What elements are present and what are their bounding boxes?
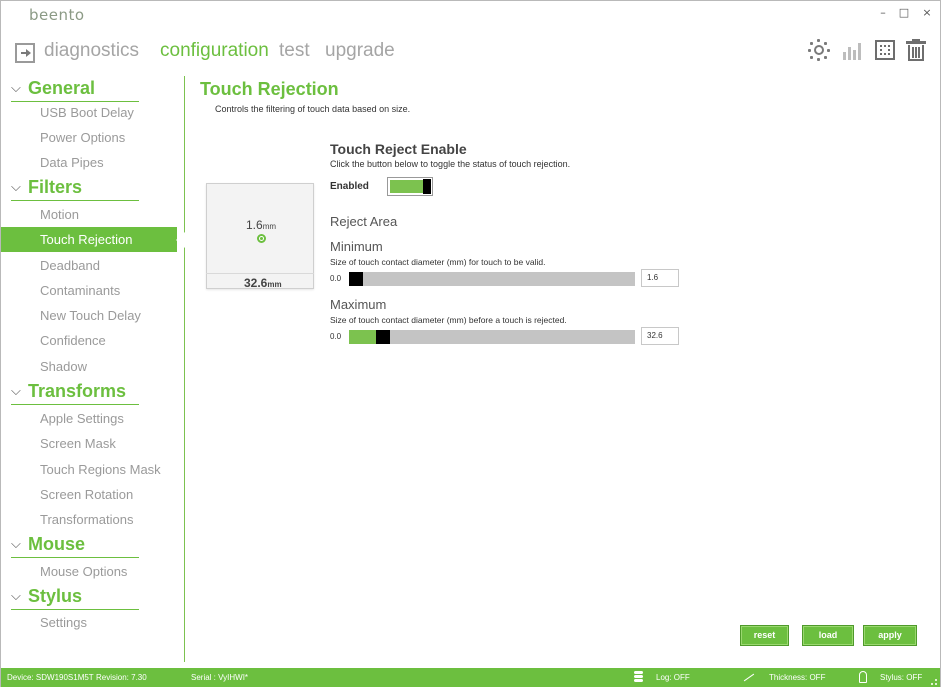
reject-area-title: Reject Area: [330, 214, 398, 229]
reject-enable-toggle[interactable]: [387, 177, 433, 196]
sidebar-item-stylus-settings[interactable]: Settings: [1, 610, 185, 635]
reject-enable-description: Click the button below to toggle the sta…: [330, 159, 571, 169]
sidebar-item-touch-regions-mask[interactable]: Touch Regions Mask: [1, 457, 185, 482]
database-icon: [634, 671, 643, 683]
sidebar-group-filters[interactable]: ⌵ Filters: [11, 177, 139, 201]
minimum-title: Minimum: [330, 239, 383, 254]
fullscreen-icon[interactable]: [873, 39, 897, 61]
stylus-icon: [859, 671, 867, 683]
slider-fill: [349, 330, 376, 344]
minimize-button[interactable]: –: [876, 6, 890, 19]
status-revision: Revision: 7.30: [96, 673, 147, 682]
status-device: Device: SDW190S1M5T: [7, 673, 94, 682]
minimum-range-min-label: 0.0: [330, 274, 342, 283]
sidebar-item-new-touch-delay[interactable]: New Touch Delay: [1, 303, 185, 328]
sidebar-item-confidence[interactable]: Confidence: [1, 328, 185, 353]
trash-icon[interactable]: [905, 39, 929, 61]
page-subtitle: Controls the filtering of touch data bas…: [215, 104, 411, 114]
touch-dot-icon: [257, 234, 266, 243]
title-bar: beento – □ ×: [1, 1, 940, 29]
sidebar-item-screen-rotation[interactable]: Screen Rotation: [1, 482, 185, 507]
sidebar-item-deadband[interactable]: Deadband: [1, 253, 185, 278]
sidebar-item-transformations[interactable]: Transformations: [1, 507, 185, 532]
sidebar-item-touch-rejection[interactable]: Touch Rejection: [1, 227, 185, 252]
sidebar-group-title: General: [28, 78, 96, 98]
apply-button[interactable]: apply: [863, 625, 917, 646]
sidebar-group-title: Filters: [28, 177, 83, 197]
reject-enable-title: Touch Reject Enable: [330, 141, 467, 157]
maximum-title: Maximum: [330, 297, 387, 312]
reset-button[interactable]: reset: [740, 625, 789, 646]
preview-divider: [206, 273, 314, 274]
maximum-description: Size of touch contact diameter (mm) befo…: [330, 315, 567, 325]
main-nav: diagnostics configuration test upgrade: [1, 33, 940, 73]
sidebar-item-contaminants[interactable]: Contaminants: [1, 278, 185, 303]
sidebar-item-motion[interactable]: Motion: [1, 202, 185, 227]
sun-icon[interactable]: [807, 39, 831, 61]
maximum-value-input[interactable]: 32.6: [641, 327, 679, 345]
chevron-down-icon: ⌵: [11, 180, 21, 195]
sidebar-item-power-options[interactable]: Power Options: [1, 125, 185, 150]
nav-diagnostics[interactable]: diagnostics: [44, 40, 139, 62]
exit-icon[interactable]: [15, 43, 35, 63]
sidebar-group-title: Mouse: [28, 534, 86, 554]
slider-thumb[interactable]: [376, 330, 390, 344]
maximize-button[interactable]: □: [897, 6, 911, 19]
sidebar-item-mouse-options[interactable]: Mouse Options: [1, 559, 185, 584]
nav-upgrade[interactable]: upgrade: [325, 40, 395, 62]
chart-icon[interactable]: [842, 39, 866, 61]
minimum-description: Size of touch contact diameter (mm) for …: [330, 257, 546, 267]
sidebar-item-apple-settings[interactable]: Apple Settings: [1, 406, 185, 431]
chevron-down-icon: ⌵: [11, 81, 21, 96]
toggle-knob: [423, 179, 431, 194]
load-button[interactable]: load: [802, 625, 854, 646]
minimum-value-input[interactable]: 1.6: [641, 269, 679, 287]
status-thickness[interactable]: Thickness: OFF: [769, 673, 825, 682]
chevron-down-icon: ⌵: [11, 384, 21, 399]
maximum-range-min-label: 0.0: [330, 332, 342, 341]
sidebar-group-title: Stylus: [28, 586, 83, 606]
nav-configuration[interactable]: configuration: [160, 40, 269, 62]
preview-max-value: 32.6mm: [244, 276, 282, 290]
page-title: Touch Rejection: [200, 79, 339, 99]
sidebar-group-mouse[interactable]: ⌵ Mouse: [11, 534, 139, 558]
resize-grip-icon[interactable]: [931, 679, 937, 685]
sidebar-item-shadow[interactable]: Shadow: [1, 354, 185, 379]
sidebar-item-data-pipes[interactable]: Data Pipes: [1, 150, 185, 175]
minimum-slider[interactable]: [349, 272, 635, 286]
sidebar-group-title: Transforms: [28, 381, 127, 401]
sidebar-group-general[interactable]: ⌵ General: [11, 78, 139, 102]
status-stylus[interactable]: Stylus: OFF: [880, 673, 922, 682]
chevron-down-icon: ⌵: [11, 589, 21, 604]
status-serial: Serial : VyIHWI*: [191, 673, 249, 682]
slider-thumb[interactable]: [349, 272, 363, 286]
reject-enable-state-label: Enabled: [330, 181, 369, 192]
preview-min-value: 1.6mm: [246, 218, 277, 232]
nav-test[interactable]: test: [279, 40, 310, 62]
chevron-down-icon: ⌵: [11, 537, 21, 552]
pen-icon: [743, 673, 755, 682]
app-logo: beento: [29, 6, 85, 24]
status-log[interactable]: Log: OFF: [656, 673, 690, 682]
toggle-fill: [390, 180, 423, 193]
maximum-slider[interactable]: [349, 330, 635, 344]
sidebar-item-usb-boot-delay[interactable]: USB Boot Delay: [1, 100, 185, 125]
app-window: beento – □ × diagnostics configuration t…: [0, 0, 941, 687]
sidebar-item-screen-mask[interactable]: Screen Mask: [1, 431, 185, 456]
close-button[interactable]: ×: [920, 6, 934, 19]
sidebar: ⌵ General USB Boot Delay Power Options D…: [1, 76, 185, 662]
status-bar: Device: SDW190S1M5T Revision: 7.30 Seria…: [1, 668, 940, 687]
sidebar-group-stylus[interactable]: ⌵ Stylus: [11, 586, 139, 610]
sidebar-group-transforms[interactable]: ⌵ Transforms: [11, 381, 139, 405]
